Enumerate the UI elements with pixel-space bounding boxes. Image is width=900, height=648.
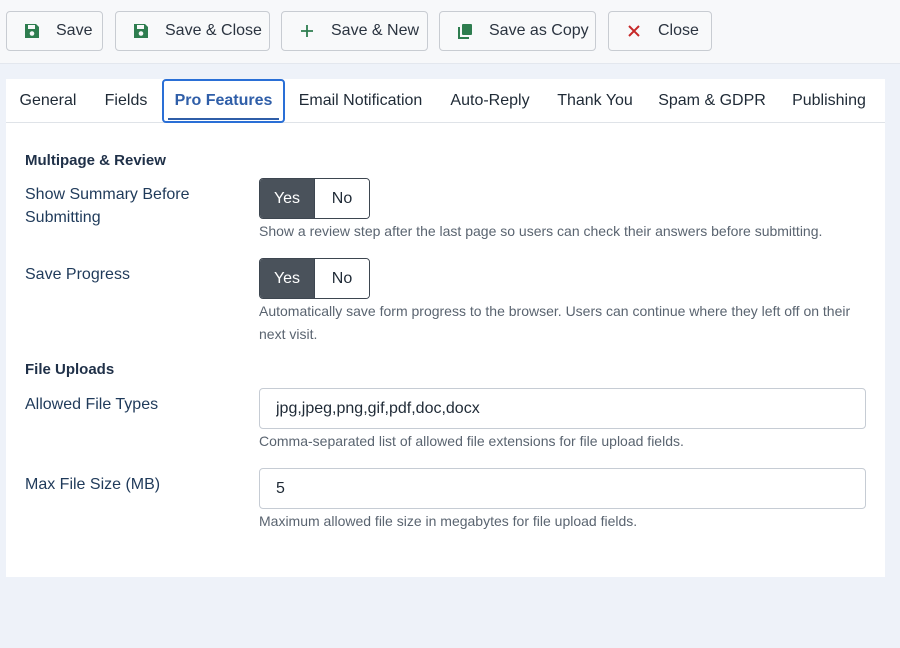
close-label: Close <box>658 22 699 39</box>
save-progress-label: Save Progress <box>25 266 130 283</box>
save-button[interactable]: Save <box>6 11 103 51</box>
show-summary-label: Show Summary Before Submitting <box>25 186 190 226</box>
tab-fields[interactable]: Fields <box>93 79 159 123</box>
floppy-disk-icon <box>24 23 40 39</box>
save-and-new-label: Save & New <box>331 22 420 39</box>
x-icon <box>626 23 642 39</box>
tab-thank-you[interactable]: Thank You <box>547 79 643 123</box>
tab-auto-reply[interactable]: Auto-Reply <box>440 79 540 123</box>
save-progress-no-option[interactable]: No <box>314 259 369 298</box>
save-progress-toggle: Yes No <box>259 258 370 299</box>
floppy-disk-icon <box>133 23 149 39</box>
show-summary-no-option[interactable]: No <box>314 179 369 218</box>
plus-icon <box>299 23 315 39</box>
max-file-size-input[interactable] <box>259 468 866 509</box>
save-button-label: Save <box>56 22 93 39</box>
allowed-file-types-input[interactable] <box>259 388 866 429</box>
toolbar: Save Save & Close Save & New Save as Cop… <box>0 0 900 64</box>
max-file-size-label: Max File Size (MB) <box>25 476 161 493</box>
allowed-file-types-label: Allowed File Types <box>25 396 159 413</box>
max-file-size-help: Maximum allowed file size in megabytes f… <box>259 513 638 529</box>
save-and-close-button[interactable]: Save & Close <box>115 11 270 51</box>
close-button[interactable]: Close <box>608 11 712 51</box>
save-progress-help: Automatically save form progress to the … <box>259 303 851 342</box>
multipage-review-heading: Multipage & Review <box>25 152 166 169</box>
save-as-copy-button[interactable]: Save as Copy <box>439 11 596 51</box>
allowed-file-types-help: Comma-separated list of allowed file ext… <box>259 433 684 449</box>
save-as-copy-label: Save as Copy <box>489 22 589 39</box>
show-summary-toggle: Yes No <box>259 178 370 219</box>
save-progress-yes-option[interactable]: Yes <box>260 259 314 298</box>
pro-features-panel: Multipage & Review Show Summary Before S… <box>6 123 885 577</box>
copy-icon <box>457 23 473 39</box>
file-uploads-heading: File Uploads <box>25 361 115 378</box>
tab-email-notification[interactable]: Email Notification <box>289 79 432 123</box>
tab-pro-features[interactable]: Pro Features <box>162 79 285 123</box>
tab-spam-gdpr[interactable]: Spam & GDPR <box>651 79 773 123</box>
show-summary-help: Show a review step after the last page s… <box>259 223 823 239</box>
tab-publishing[interactable]: Publishing <box>782 79 876 123</box>
tab-bar: General Fields Pro Features Email Notifi… <box>6 79 885 123</box>
save-and-new-button[interactable]: Save & New <box>281 11 428 51</box>
show-summary-yes-option[interactable]: Yes <box>260 179 314 218</box>
save-and-close-label: Save & Close <box>165 22 262 39</box>
tab-general[interactable]: General <box>9 79 87 123</box>
